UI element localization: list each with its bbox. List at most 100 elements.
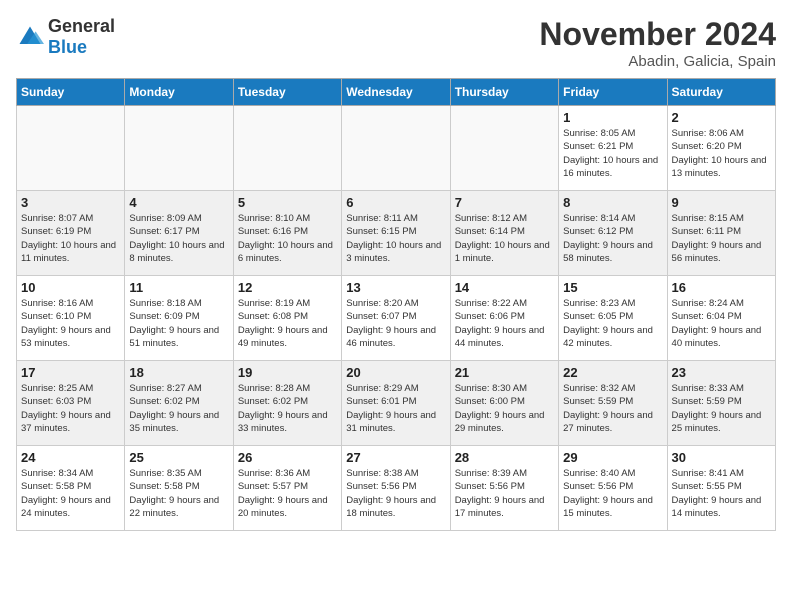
weekday-header: Friday xyxy=(559,79,667,106)
calendar-cell: 21 Sunrise: 8:30 AM Sunset: 6:00 PM Dayli… xyxy=(450,361,558,446)
day-number: 25 xyxy=(129,450,228,465)
location-title: Abadin, Galicia, Spain xyxy=(539,53,776,70)
day-info: Sunrise: 8:35 AM Sunset: 5:58 PM Dayligh… xyxy=(129,467,228,520)
calendar-cell: 18 Sunrise: 8:27 AM Sunset: 6:02 PM Dayli… xyxy=(125,361,233,446)
calendar-cell: 24Sunrise: 8:34 AM Sunset: 5:58 PM Dayli… xyxy=(17,446,125,531)
day-info: Sunrise: 8:39 AM Sunset: 5:56 PM Dayligh… xyxy=(455,467,554,520)
day-number: 30 xyxy=(672,450,771,465)
day-info: Sunrise: 8:38 AM Sunset: 5:56 PM Dayligh… xyxy=(346,467,445,520)
day-number: 16 xyxy=(672,280,771,295)
calendar-cell: 19 Sunrise: 8:28 AM Sunset: 6:02 PM Dayli… xyxy=(233,361,341,446)
logo-general: General xyxy=(48,16,115,36)
day-info: Sunrise: 8:28 AM Sunset: 6:02 PM Dayligh… xyxy=(238,382,337,435)
calendar-cell xyxy=(342,106,450,191)
calendar-cell: 25 Sunrise: 8:35 AM Sunset: 5:58 PM Dayli… xyxy=(125,446,233,531)
calendar-cell: 27 Sunrise: 8:38 AM Sunset: 5:56 PM Dayli… xyxy=(342,446,450,531)
logo-icon xyxy=(16,23,44,51)
calendar-cell: 28 Sunrise: 8:39 AM Sunset: 5:56 PM Dayli… xyxy=(450,446,558,531)
title-block: November 2024 Abadin, Galicia, Spain xyxy=(539,16,776,70)
day-number: 17 xyxy=(21,365,120,380)
day-number: 21 xyxy=(455,365,554,380)
calendar-cell: 7 Sunrise: 8:12 AM Sunset: 6:14 PM Daylig… xyxy=(450,191,558,276)
day-number: 9 xyxy=(672,195,771,210)
day-info: Sunrise: 8:22 AM Sunset: 6:06 PM Dayligh… xyxy=(455,297,554,350)
day-number: 1 xyxy=(563,110,662,125)
day-info: Sunrise: 8:32 AM Sunset: 5:59 PM Dayligh… xyxy=(563,382,662,435)
day-number: 14 xyxy=(455,280,554,295)
day-info: Sunrise: 8:33 AM Sunset: 5:59 PM Dayligh… xyxy=(672,382,771,435)
weekday-header: Thursday xyxy=(450,79,558,106)
day-info: Sunrise: 8:29 AM Sunset: 6:01 PM Dayligh… xyxy=(346,382,445,435)
day-number: 15 xyxy=(563,280,662,295)
day-number: 19 xyxy=(238,365,337,380)
day-info: Sunrise: 8:23 AM Sunset: 6:05 PM Dayligh… xyxy=(563,297,662,350)
day-info: Sunrise: 8:12 AM Sunset: 6:14 PM Dayligh… xyxy=(455,212,554,265)
day-info: Sunrise: 8:15 AM Sunset: 6:11 PM Dayligh… xyxy=(672,212,771,265)
calendar-cell: 10 Sunrise: 8:16 AM Sunset: 6:10 PM Dayli… xyxy=(17,276,125,361)
calendar-cell: 12Sunrise: 8:19 AM Sunset: 6:08 PM Dayli… xyxy=(233,276,341,361)
day-number: 11 xyxy=(129,280,228,295)
calendar-cell: 2Sunrise: 8:06 AM Sunset: 6:20 PM Daylig… xyxy=(667,106,775,191)
day-info: Sunrise: 8:07 AM Sunset: 6:19 PM Dayligh… xyxy=(21,212,120,265)
day-number: 13 xyxy=(346,280,445,295)
day-info: Sunrise: 8:36 AM Sunset: 5:57 PM Dayligh… xyxy=(238,467,337,520)
calendar-cell: 11 Sunrise: 8:18 AM Sunset: 6:09 PM Dayli… xyxy=(125,276,233,361)
day-info: Sunrise: 8:10 AM Sunset: 6:16 PM Dayligh… xyxy=(238,212,337,265)
logo: General Blue xyxy=(16,16,115,58)
page-header: General Blue November 2024 Abadin, Galic… xyxy=(16,16,776,70)
calendar-cell: 5Sunrise: 8:10 AM Sunset: 6:16 PM Daylig… xyxy=(233,191,341,276)
day-number: 18 xyxy=(129,365,228,380)
calendar-cell: 3 Sunrise: 8:07 AM Sunset: 6:19 PM Daylig… xyxy=(17,191,125,276)
day-number: 6 xyxy=(346,195,445,210)
calendar-cell: 17 Sunrise: 8:25 AM Sunset: 6:03 PM Dayli… xyxy=(17,361,125,446)
day-number: 22 xyxy=(563,365,662,380)
day-info: Sunrise: 8:40 AM Sunset: 5:56 PM Dayligh… xyxy=(563,467,662,520)
calendar-cell xyxy=(233,106,341,191)
calendar-week-row: 10 Sunrise: 8:16 AM Sunset: 6:10 PM Dayli… xyxy=(17,276,776,361)
calendar-week-row: 17 Sunrise: 8:25 AM Sunset: 6:03 PM Dayli… xyxy=(17,361,776,446)
calendar-cell: 22 Sunrise: 8:32 AM Sunset: 5:59 PM Dayli… xyxy=(559,361,667,446)
day-number: 20 xyxy=(346,365,445,380)
calendar-cell: 15 Sunrise: 8:23 AM Sunset: 6:05 PM Dayli… xyxy=(559,276,667,361)
calendar-cell: 26Sunrise: 8:36 AM Sunset: 5:57 PM Dayli… xyxy=(233,446,341,531)
day-info: Sunrise: 8:24 AM Sunset: 6:04 PM Dayligh… xyxy=(672,297,771,350)
day-number: 8 xyxy=(563,195,662,210)
day-info: Sunrise: 8:25 AM Sunset: 6:03 PM Dayligh… xyxy=(21,382,120,435)
day-number: 27 xyxy=(346,450,445,465)
calendar-cell: 8 Sunrise: 8:14 AM Sunset: 6:12 PM Daylig… xyxy=(559,191,667,276)
day-info: Sunrise: 8:30 AM Sunset: 6:00 PM Dayligh… xyxy=(455,382,554,435)
calendar-cell: 29 Sunrise: 8:40 AM Sunset: 5:56 PM Dayli… xyxy=(559,446,667,531)
day-info: Sunrise: 8:16 AM Sunset: 6:10 PM Dayligh… xyxy=(21,297,120,350)
day-number: 3 xyxy=(21,195,120,210)
day-info: Sunrise: 8:09 AM Sunset: 6:17 PM Dayligh… xyxy=(129,212,228,265)
weekday-header: Wednesday xyxy=(342,79,450,106)
day-number: 23 xyxy=(672,365,771,380)
weekday-header-row: SundayMondayTuesdayWednesdayThursdayFrid… xyxy=(17,79,776,106)
day-info: Sunrise: 8:41 AM Sunset: 5:55 PM Dayligh… xyxy=(672,467,771,520)
weekday-header: Monday xyxy=(125,79,233,106)
calendar-cell: 30 Sunrise: 8:41 AM Sunset: 5:55 PM Dayli… xyxy=(667,446,775,531)
day-info: Sunrise: 8:14 AM Sunset: 6:12 PM Dayligh… xyxy=(563,212,662,265)
day-number: 7 xyxy=(455,195,554,210)
day-number: 28 xyxy=(455,450,554,465)
day-info: Sunrise: 8:34 AM Sunset: 5:58 PM Dayligh… xyxy=(21,467,120,520)
calendar-cell xyxy=(450,106,558,191)
calendar-cell: 6Sunrise: 8:11 AM Sunset: 6:15 PM Daylig… xyxy=(342,191,450,276)
month-title: November 2024 xyxy=(539,16,776,53)
calendar-cell xyxy=(17,106,125,191)
calendar-cell xyxy=(125,106,233,191)
weekday-header: Saturday xyxy=(667,79,775,106)
day-number: 29 xyxy=(563,450,662,465)
logo-blue: Blue xyxy=(48,37,87,57)
day-number: 4 xyxy=(129,195,228,210)
day-info: Sunrise: 8:05 AM Sunset: 6:21 PM Dayligh… xyxy=(563,127,662,180)
calendar-cell: 16 Sunrise: 8:24 AM Sunset: 6:04 PM Dayli… xyxy=(667,276,775,361)
day-number: 12 xyxy=(238,280,337,295)
day-info: Sunrise: 8:20 AM Sunset: 6:07 PM Dayligh… xyxy=(346,297,445,350)
calendar-cell: 1 Sunrise: 8:05 AM Sunset: 6:21 PM Daylig… xyxy=(559,106,667,191)
weekday-header: Sunday xyxy=(17,79,125,106)
day-info: Sunrise: 8:27 AM Sunset: 6:02 PM Dayligh… xyxy=(129,382,228,435)
day-info: Sunrise: 8:18 AM Sunset: 6:09 PM Dayligh… xyxy=(129,297,228,350)
calendar-week-row: 24Sunrise: 8:34 AM Sunset: 5:58 PM Dayli… xyxy=(17,446,776,531)
day-number: 10 xyxy=(21,280,120,295)
